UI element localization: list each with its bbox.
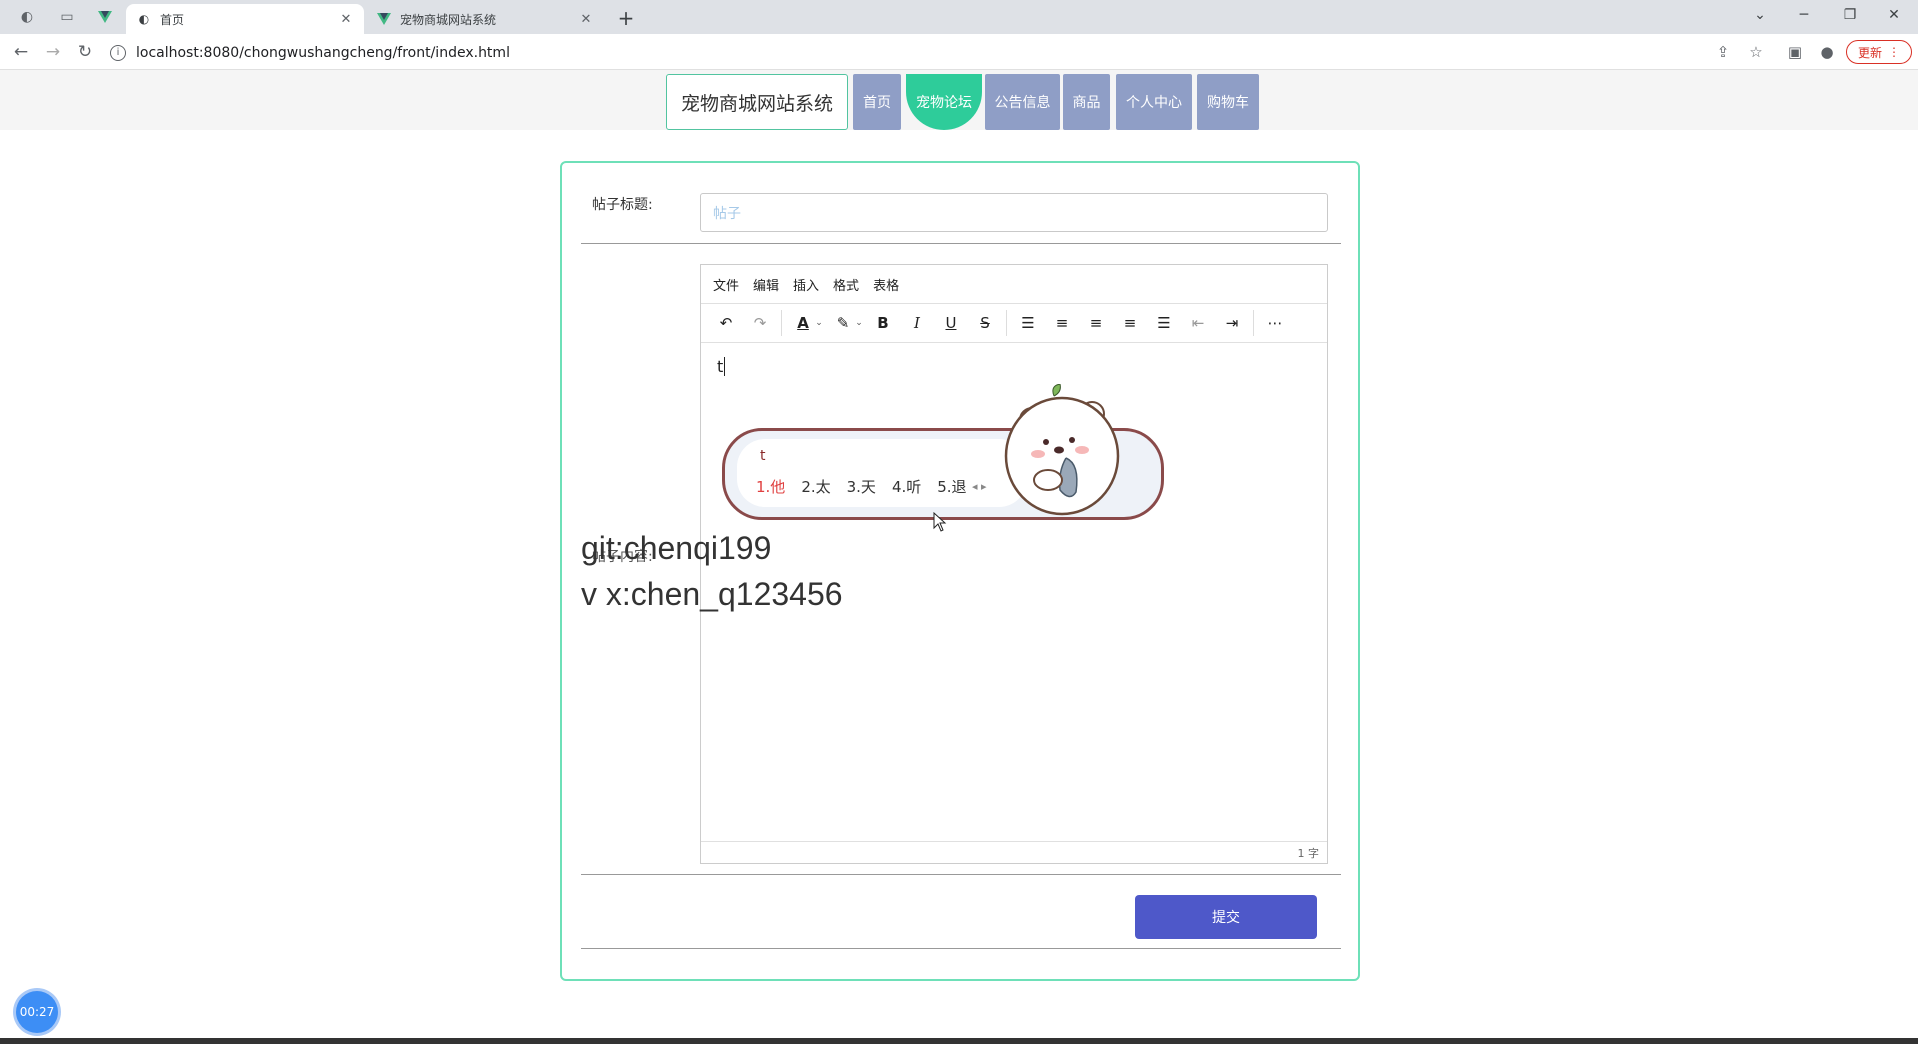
site-nav: 宠物商城网站系统 首页 宠物论坛 公告信息 商品 个人中心 购物车 bbox=[0, 70, 1918, 130]
redo-icon[interactable]: ↷ bbox=[743, 308, 777, 338]
update-button[interactable]: 更新 ⋮ bbox=[1846, 40, 1912, 64]
reload-icon[interactable]: ↻ bbox=[72, 40, 98, 64]
nav-cart[interactable]: 购物车 bbox=[1197, 74, 1259, 130]
tab-search-icon[interactable]: ⌄ bbox=[1738, 4, 1782, 26]
chevron-down-icon[interactable]: ⌄ bbox=[852, 318, 866, 328]
text-caret: ​ bbox=[724, 357, 726, 376]
nav-products[interactable]: 商品 bbox=[1063, 74, 1110, 130]
globe-icon[interactable]: ◐ bbox=[12, 4, 42, 30]
ime-candidate[interactable]: 1.他 bbox=[756, 476, 785, 497]
menu-file[interactable]: 文件 bbox=[713, 275, 739, 294]
nav-pet-forum[interactable]: 宠物论坛 bbox=[906, 74, 982, 130]
chevron-down-icon[interactable]: ⌄ bbox=[812, 318, 826, 328]
vue-icon bbox=[376, 11, 392, 27]
bookmark-star-icon[interactable]: ☆ bbox=[1745, 42, 1767, 62]
address-bar-row: ← → ↻ i localhost:8080/chongwushangcheng… bbox=[0, 34, 1918, 70]
info-icon[interactable]: i bbox=[110, 44, 126, 61]
undo-icon[interactable]: ↶ bbox=[709, 308, 743, 338]
ime-candidate[interactable]: 2.太 bbox=[801, 476, 830, 497]
toolbar-separator bbox=[1253, 310, 1254, 336]
ime-candidate[interactable]: 5.退 bbox=[937, 476, 966, 497]
strikethrough-icon[interactable]: S bbox=[968, 308, 1002, 338]
menu-insert[interactable]: 插入 bbox=[793, 275, 819, 294]
bear-mascot-icon bbox=[1004, 384, 1120, 516]
watermark-line-1: git:chenqi199 bbox=[581, 530, 772, 566]
align-justify-icon[interactable]: ☰ bbox=[1147, 308, 1181, 338]
url-field[interactable]: i localhost:8080/chongwushangcheng/front… bbox=[110, 39, 1780, 66]
watermark-line-2: v x:chen_q123456 bbox=[581, 576, 843, 612]
more-vert-icon: ⋮ bbox=[1888, 45, 1900, 59]
blank-tab-icon[interactable]: ▭ bbox=[52, 4, 82, 30]
nav-announcements[interactable]: 公告信息 bbox=[985, 74, 1060, 130]
close-window-button[interactable]: ✕ bbox=[1872, 4, 1916, 26]
bold-icon[interactable]: B bbox=[866, 308, 900, 338]
ime-candidate[interactable]: 3.天 bbox=[847, 476, 876, 497]
restore-button[interactable]: ❐ bbox=[1828, 4, 1872, 26]
line-height-icon[interactable]: ☰ bbox=[1011, 308, 1045, 338]
menu-edit[interactable]: 编辑 bbox=[753, 275, 779, 294]
tab-pet-mall[interactable]: 宠物商城网站系统 ✕ bbox=[366, 4, 604, 34]
new-tab-button[interactable]: + bbox=[614, 6, 638, 30]
editor-menubar: 文件 编辑 插入 格式 表格 bbox=[701, 265, 1327, 303]
forward-icon[interactable]: → bbox=[40, 40, 66, 64]
mouse-cursor-icon bbox=[933, 512, 947, 532]
profile-avatar-icon[interactable]: ● bbox=[1816, 42, 1838, 62]
divider bbox=[581, 243, 1341, 244]
divider bbox=[581, 948, 1341, 949]
site-brand[interactable]: 宠物商城网站系统 bbox=[666, 74, 848, 130]
ime-composition: t bbox=[760, 448, 766, 464]
taskbar-strip bbox=[0, 1038, 1918, 1044]
post-title-input[interactable]: 帖子 bbox=[700, 193, 1328, 232]
tab-home[interactable]: ◐ 首页 ✕ bbox=[126, 4, 364, 34]
menu-table[interactable]: 表格 bbox=[873, 275, 899, 294]
nav-personal-center[interactable]: 个人中心 bbox=[1116, 74, 1192, 130]
align-right-icon[interactable]: ≡ bbox=[1113, 308, 1147, 338]
word-count: 1 字 bbox=[1297, 846, 1320, 860]
outdent-icon[interactable]: ⇤ bbox=[1181, 308, 1215, 338]
ime-page-arrows-icon[interactable]: ◂ ▸ bbox=[972, 480, 987, 493]
more-horizontal-icon[interactable]: ⋯ bbox=[1258, 308, 1292, 338]
vue-icon[interactable] bbox=[90, 4, 120, 30]
post-title-placeholder: 帖子 bbox=[713, 205, 741, 222]
editor-toolbar: ↶ ↷ A ⌄ ✎ ⌄ B I U S ☰ ≡ ≡ ≡ ☰ ⇤ ⇥ ⋯ bbox=[701, 303, 1327, 343]
tab-title: 首页 bbox=[160, 12, 185, 27]
italic-icon[interactable]: I bbox=[900, 308, 934, 338]
editor-statusbar: 1 字 bbox=[701, 841, 1327, 863]
toolbar-separator bbox=[1006, 310, 1007, 336]
rich-text-editor: 文件 编辑 插入 格式 表格 ↶ ↷ A ⌄ ✎ ⌄ B I U S ☰ ≡ ≡… bbox=[700, 264, 1328, 864]
align-center-icon[interactable]: ≡ bbox=[1079, 308, 1113, 338]
editor-text: t bbox=[717, 357, 724, 376]
browser-tab-bar: ◐ ▭ ◐ 首页 ✕ 宠物商城网站系统 ✕ + ⌄ ─ ❐ ✕ bbox=[0, 0, 1918, 34]
menu-format[interactable]: 格式 bbox=[833, 275, 859, 294]
minimize-button[interactable]: ─ bbox=[1782, 4, 1826, 26]
close-icon[interactable]: ✕ bbox=[338, 11, 354, 27]
close-icon[interactable]: ✕ bbox=[578, 11, 594, 27]
back-icon[interactable]: ← bbox=[8, 40, 34, 64]
tab-title: 宠物商城网站系统 bbox=[400, 12, 497, 27]
globe-icon: ◐ bbox=[138, 12, 150, 26]
indent-icon[interactable]: ⇥ bbox=[1215, 308, 1249, 338]
underline-icon[interactable]: U bbox=[934, 308, 968, 338]
side-panel-icon[interactable]: ▣ bbox=[1784, 42, 1806, 62]
align-left-icon[interactable]: ≡ bbox=[1045, 308, 1079, 338]
divider bbox=[581, 874, 1341, 875]
update-label: 更新 bbox=[1857, 45, 1882, 60]
recording-timer[interactable]: 00:27 bbox=[16, 991, 58, 1033]
toolbar-separator bbox=[781, 310, 782, 336]
share-icon[interactable]: ⇪ bbox=[1712, 42, 1734, 62]
nav-home[interactable]: 首页 bbox=[853, 74, 901, 130]
post-title-label: 帖子标题: bbox=[592, 197, 653, 213]
ime-candidate[interactable]: 4.听 bbox=[892, 476, 921, 497]
submit-button[interactable]: 提交 bbox=[1135, 895, 1317, 939]
url-text: localhost:8080/chongwushangcheng/front/i… bbox=[136, 44, 510, 61]
ime-candidates: 1.他 2.太 3.天 4.听 5.退 bbox=[756, 476, 967, 497]
